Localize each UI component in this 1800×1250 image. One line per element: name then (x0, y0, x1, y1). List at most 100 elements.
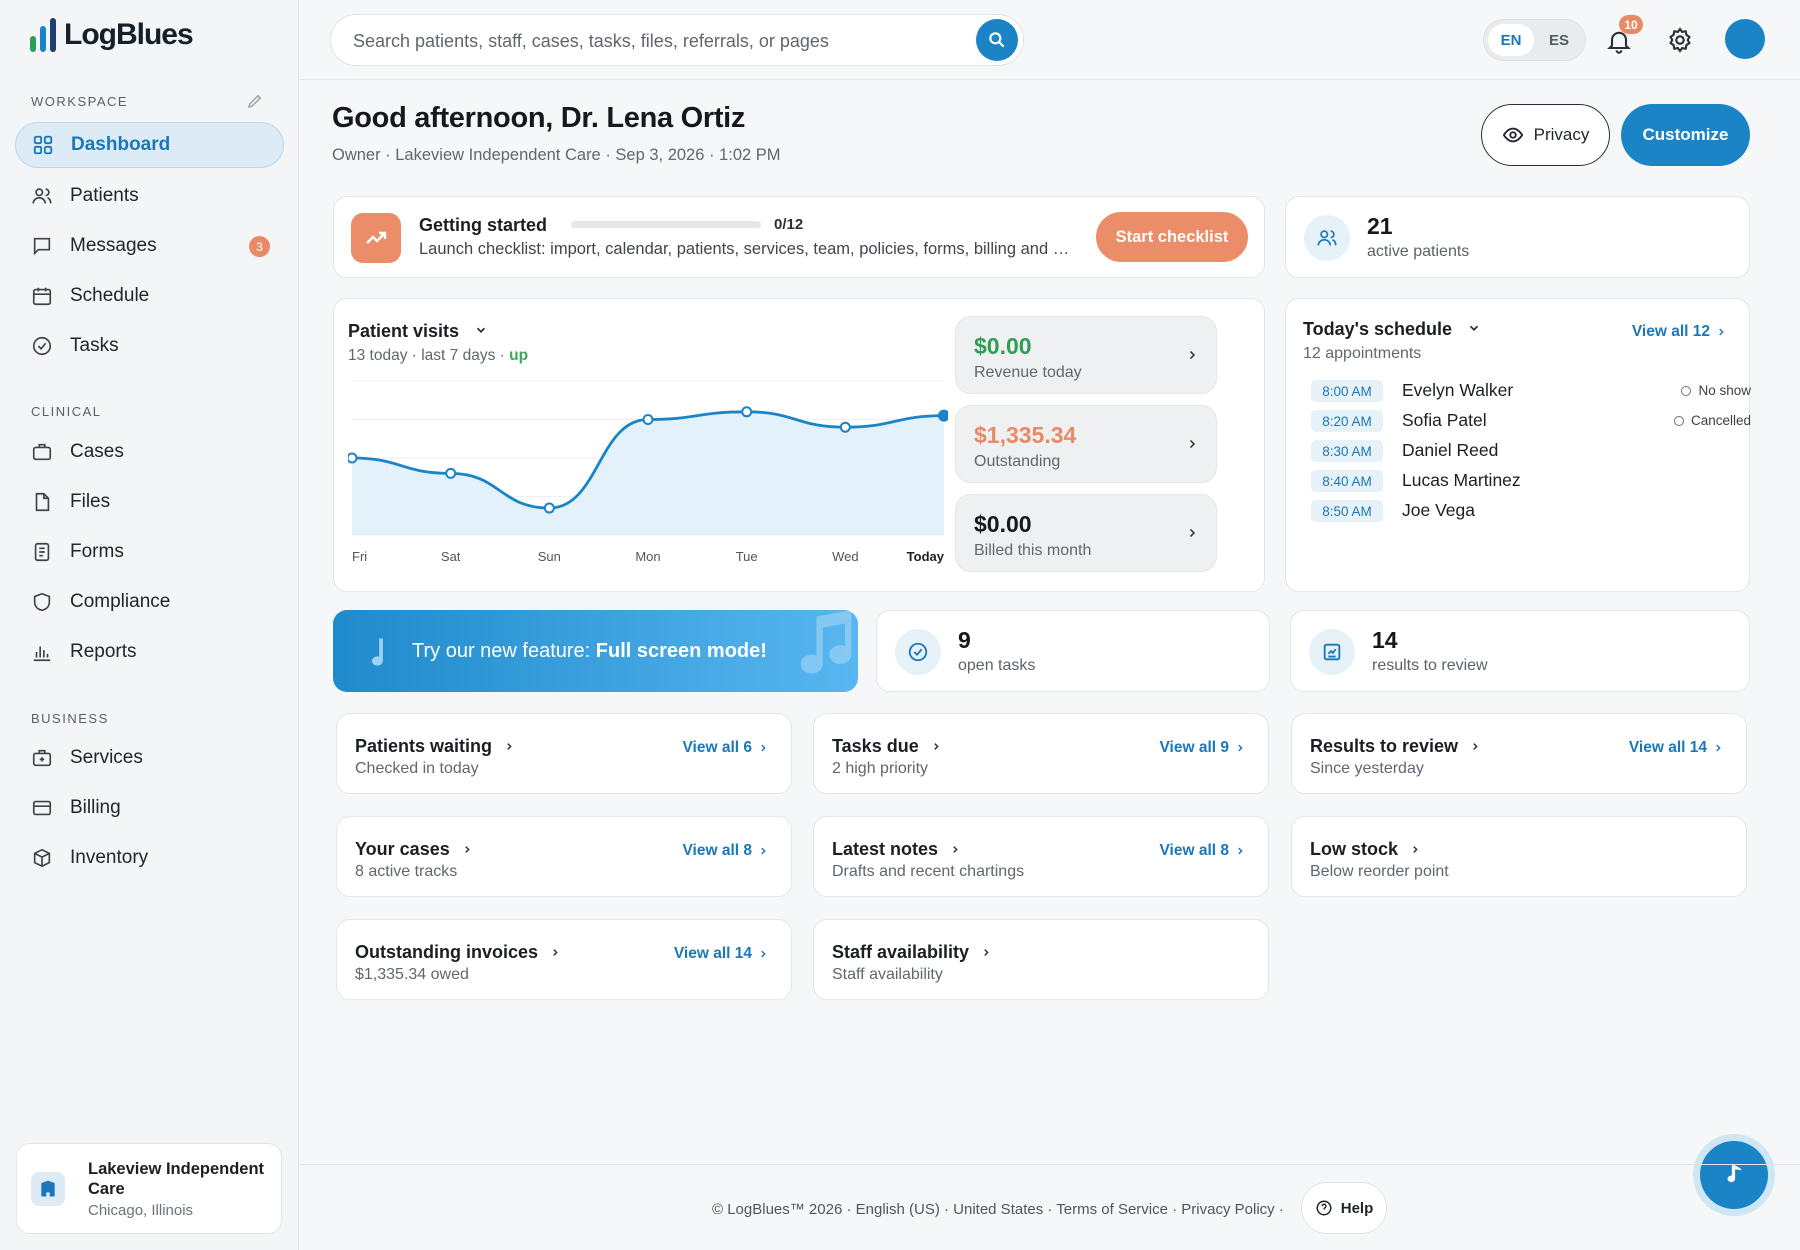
chart-point[interactable] (839, 421, 851, 433)
your-cases-card[interactable]: Your cases 8 active tracks View all 8 (336, 816, 792, 897)
chevron-right-icon (1716, 744, 1721, 752)
chart-point[interactable] (741, 406, 753, 418)
view-all-link[interactable]: View all 14 (1629, 739, 1723, 757)
sidebar-item-schedule[interactable]: Schedule (15, 273, 284, 319)
revenue-today-value: $0.00 (974, 333, 1032, 359)
gear-icon[interactable] (1666, 26, 1694, 54)
appointment-name: Joe Vega (1402, 500, 1475, 520)
view-all-label: View all 8 (1159, 842, 1229, 859)
sidebar-item-label: Compliance (70, 591, 171, 612)
chart-point[interactable] (938, 409, 948, 422)
sidebar-item-cases[interactable]: Cases (15, 429, 284, 475)
appointment-status: No show (1681, 383, 1751, 398)
chart-point[interactable] (642, 414, 654, 425)
grid-icon (33, 135, 53, 155)
lang-en-button[interactable]: EN (1488, 24, 1534, 56)
card-title: Staff availability (832, 942, 991, 963)
start-checklist-button[interactable]: Start checklist (1096, 212, 1248, 262)
lang-es-button[interactable]: ES (1536, 24, 1582, 56)
appointment-row[interactable]: 8:30 AM Daniel Reed (1311, 438, 1751, 464)
chart-point[interactable] (543, 502, 555, 514)
help-button[interactable]: Help (1301, 1182, 1387, 1234)
sidebar-item-label: Inventory (70, 847, 149, 868)
sidebar-item-forms[interactable]: Forms (15, 529, 284, 575)
privacy-button[interactable]: Privacy (1481, 104, 1610, 166)
org-location: Chicago, Illinois (88, 1202, 194, 1219)
sidebar-item-reports[interactable]: Reports (15, 629, 284, 675)
logo-icon (30, 18, 56, 52)
sidebar-item-messages[interactable]: Messages 3 (15, 223, 284, 269)
sidebar-item-compliance[interactable]: Compliance (15, 579, 284, 625)
promo-highlight: Full screen mode! (595, 640, 767, 662)
view-all-link[interactable]: View all 8 (1159, 842, 1245, 860)
status-dot-icon (1673, 415, 1684, 426)
chart-x-tick-label: Wed (832, 549, 859, 564)
file-icon (35, 492, 50, 512)
briefcase-icon (32, 443, 52, 461)
patient-visits-chart: Fri Sat Sun Mon Tue Wed Today (348, 380, 948, 564)
outstanding-card[interactable]: $1,335.34 Outstanding (955, 405, 1217, 483)
sidebar-item-tasks[interactable]: Tasks (15, 323, 284, 369)
staff-availability-card[interactable]: Staff availability Staff availability (813, 919, 1269, 1000)
outstanding-value: $1,335.34 (974, 422, 1077, 448)
results-to-review-card[interactable]: Results to review Since yesterday View a… (1291, 713, 1747, 794)
sidebar-item-patients[interactable]: Patients (15, 173, 284, 219)
view-all-link[interactable]: View all 9 (1159, 739, 1245, 757)
appointment-row[interactable]: 8:40 AM Lucas Martinez (1311, 468, 1751, 494)
sidebar-item-label: Schedule (70, 285, 150, 306)
sidebar-item-services[interactable]: Services (15, 735, 284, 781)
logo[interactable]: LogBlues (30, 18, 194, 52)
billed-month-card[interactable]: $0.00 Billed this month (955, 494, 1217, 572)
customize-button[interactable]: Customize (1621, 104, 1750, 166)
chart-point[interactable] (348, 452, 358, 464)
logo-text: LogBlues (64, 18, 194, 51)
low-stock-card[interactable]: Low stock Below reorder point (1291, 816, 1747, 897)
sidebar-item-dashboard[interactable]: Dashboard (15, 122, 284, 168)
view-all-link[interactable]: View all 6 (682, 739, 768, 757)
messages-badge: 3 (249, 236, 270, 257)
appointment-row[interactable]: 8:00 AM Evelyn Walker No show (1311, 378, 1751, 404)
appointment-row[interactable]: 8:20 AM Sofia Patel Cancelled (1311, 408, 1751, 434)
appointment-time: 8:20 AM (1311, 410, 1383, 432)
card-title: Outstanding invoices (355, 942, 560, 963)
search-placeholder: Search patients, staff, cases, tasks, fi… (353, 31, 829, 51)
users-icon (32, 188, 52, 204)
patient-visits-card: Patient visits 13 today · last 7 days · … (333, 298, 1265, 592)
org-card[interactable]: Lakeview Independent Care Chicago, Illin… (16, 1143, 282, 1234)
outstanding-invoices-card[interactable]: Outstanding invoices $1,335.34 owed View… (336, 919, 792, 1000)
pencil-icon[interactable] (246, 92, 264, 110)
form-icon (34, 542, 50, 562)
schedule-card: Today's schedule 12 appointments View al… (1285, 298, 1751, 592)
search-input[interactable]: Search patients, staff, cases, tasks, fi… (330, 14, 1024, 66)
results-card[interactable]: 14 results to review (1290, 610, 1750, 692)
tasks-due-card[interactable]: Tasks due 2 high priority View all 9 (813, 713, 1269, 794)
schedule-view-all-link[interactable]: View all 12 (1632, 323, 1726, 341)
patient-visits-title[interactable]: Patient visits (348, 321, 488, 342)
latest-notes-card[interactable]: Latest notes Drafts and recent chartings… (813, 816, 1269, 897)
avatar[interactable] (1725, 19, 1765, 59)
card-sub: Checked in today (355, 760, 479, 777)
schedule-title[interactable]: Today's schedule (1303, 319, 1481, 340)
view-all-link[interactable]: View all 8 (682, 842, 768, 860)
promo-banner[interactable]: Try our new feature: Full screen mode! (333, 610, 858, 692)
appointment-name: Lucas Martinez (1402, 470, 1521, 490)
sidebar-item-files[interactable]: Files (15, 479, 284, 525)
view-all-link[interactable]: View all 14 (674, 945, 768, 963)
outstanding-label: Outstanding (974, 453, 1061, 470)
revenue-today-card[interactable]: $0.00 Revenue today (955, 316, 1217, 394)
active-patients-count: 21 (1367, 213, 1393, 239)
card-sub: Below reorder point (1310, 863, 1449, 880)
appointment-name: Sofia Patel (1402, 410, 1487, 430)
appointment-row[interactable]: 8:50 AM Joe Vega (1311, 498, 1751, 524)
sidebar-item-inventory[interactable]: Inventory (15, 835, 284, 881)
sidebar-item-label: Messages (70, 235, 157, 256)
promo-prefix: Try our new feature: (412, 640, 596, 662)
sidebar-item-billing[interactable]: Billing (15, 785, 284, 831)
open-tasks-count: 9 (958, 627, 971, 653)
chart-point[interactable] (445, 467, 457, 479)
open-tasks-card[interactable]: 9 open tasks (876, 610, 1270, 692)
music-note-icon (800, 610, 852, 674)
patients-waiting-card[interactable]: Patients waiting Checked in today View a… (336, 713, 792, 794)
search-button[interactable] (976, 19, 1018, 61)
active-patients-card[interactable]: 21 active patients (1285, 196, 1750, 278)
